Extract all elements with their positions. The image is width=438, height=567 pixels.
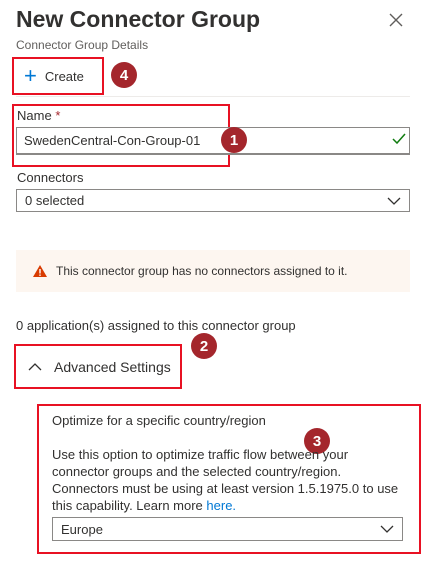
create-button[interactable]: + Create <box>12 57 104 95</box>
region-dropdown[interactable]: Europe <box>52 517 403 541</box>
warning-text: This connector group has no connectors a… <box>56 264 348 278</box>
advanced-settings-label: Advanced Settings <box>54 358 171 375</box>
page-subtitle: Connector Group Details <box>16 38 149 52</box>
applications-assigned-text: 0 application(s) assigned to this connec… <box>16 318 296 333</box>
close-icon[interactable] <box>386 10 406 30</box>
checkmark-icon <box>392 132 406 148</box>
plus-icon: + <box>24 63 37 88</box>
required-mark: * <box>55 108 61 123</box>
optimize-title: Optimize for a specific country/region <box>52 413 266 428</box>
callout-badge-1: 1 <box>221 127 247 153</box>
connectors-selected-value: 0 selected <box>25 193 85 208</box>
callout-badge-2: 2 <box>191 333 217 359</box>
page-title: New Connector Group <box>16 6 261 32</box>
name-input[interactable] <box>16 127 410 155</box>
connectors-dropdown[interactable]: 0 selected <box>16 189 410 212</box>
warning-icon <box>33 265 47 277</box>
name-label: Name * <box>17 108 61 123</box>
warning-banner: This connector group has no connectors a… <box>16 250 410 292</box>
callout-badge-4: 4 <box>111 62 137 88</box>
chevron-down-icon <box>387 197 401 205</box>
toolbar-divider <box>16 96 410 97</box>
chevron-down-icon <box>380 525 394 533</box>
create-button-label: Create <box>44 68 84 84</box>
region-selected-value: Europe <box>61 521 103 537</box>
connectors-label: Connectors <box>17 170 84 185</box>
optimize-description: Use this option to optimize traffic flow… <box>52 447 399 513</box>
chevron-up-icon <box>28 362 42 370</box>
advanced-settings-toggle[interactable]: Advanced Settings <box>14 344 182 389</box>
learn-more-link[interactable]: here. <box>206 498 236 513</box>
